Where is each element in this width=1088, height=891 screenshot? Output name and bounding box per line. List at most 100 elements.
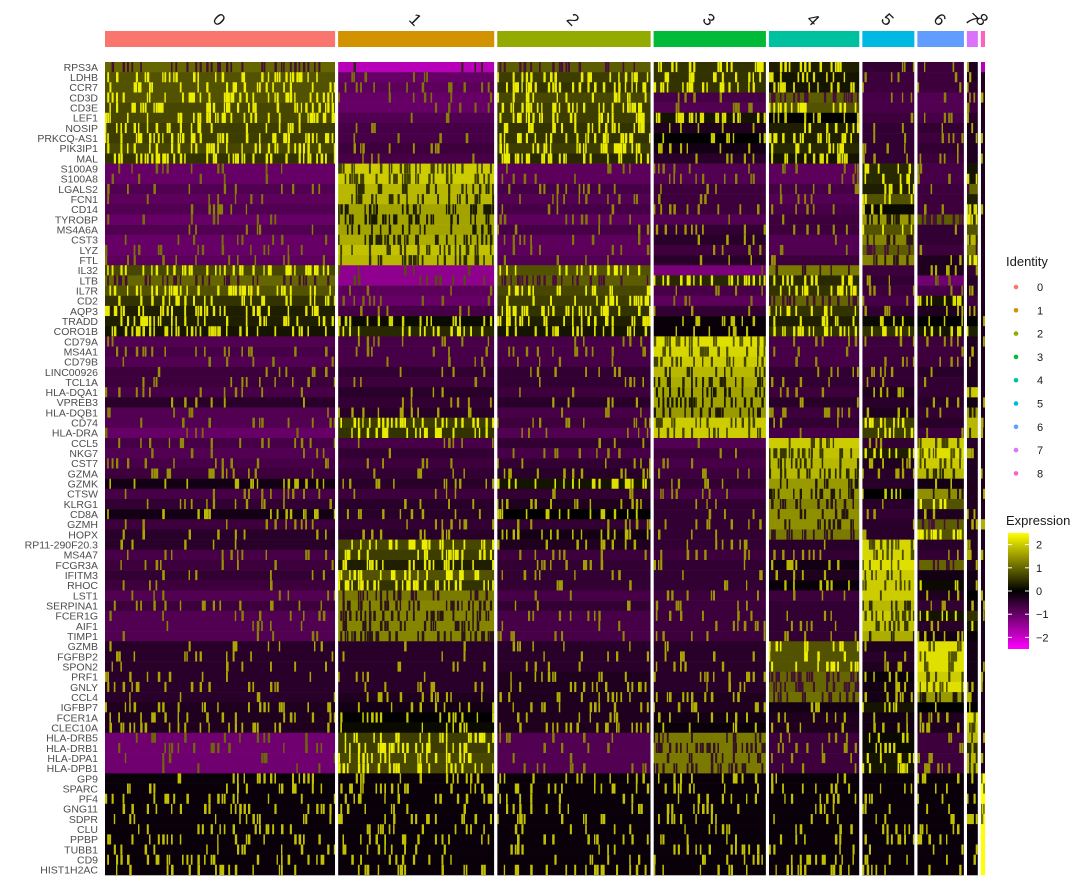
cell-3-MS4A6A	[653, 224, 766, 236]
cell-1-HOPX	[338, 529, 495, 540]
cell-1-PRKCQ-AS1	[338, 133, 495, 144]
cell-3-HLA-DRB5	[653, 732, 766, 744]
cell-6-GZMK	[917, 478, 964, 490]
cell-8-PIK3IP1	[980, 143, 985, 154]
cell-streaks-8-GZMA	[980, 468, 983, 479]
cell-1-CLEC10A	[338, 722, 495, 734]
cell-0-TUBB1	[105, 844, 336, 855]
cell-dark-streaks-8-GP9	[980, 773, 983, 784]
cell-4-FCGR3A	[768, 559, 860, 571]
heatmap-cells	[105, 62, 985, 876]
cell-5-LST1	[862, 590, 915, 601]
cell-streaks-1-NKG7	[388, 448, 391, 459]
cell-2-CCL4	[497, 692, 651, 703]
cell-1-IGFBP7	[338, 702, 495, 713]
cell-streaks-7-IGFBP7	[969, 702, 971, 713]
cell-2-S100A9	[497, 163, 651, 175]
identity-legend-dot-4	[1013, 377, 1019, 383]
cell-1-VPREB3	[338, 397, 495, 408]
cell-7-IGFBP7	[966, 702, 978, 713]
cell-0-FCGR3A	[105, 559, 336, 571]
cell-8-HLA-DRB1	[980, 742, 985, 754]
cell-8-LINC00926	[980, 366, 985, 378]
cell-0-HLA-DPB1	[105, 763, 336, 774]
cell-2-CD74	[497, 417, 651, 429]
cell-5-HLA-DRA	[862, 427, 915, 439]
cell-streaks-4-RP11-290F20.3	[823, 539, 826, 550]
cell-7-CST7	[966, 458, 978, 469]
cell-4-CST7	[768, 458, 860, 469]
identity-legend-dot-1	[1013, 308, 1019, 313]
cell-5-HLA-DPA1	[862, 753, 915, 764]
cell-3-CST3	[653, 234, 766, 246]
cell-8-TIMP1	[980, 631, 985, 642]
cell-8-CCL5	[980, 438, 985, 449]
cell-7-GZMA	[966, 468, 978, 479]
cell-4-AIF1	[768, 620, 860, 632]
cell-3-FTL	[653, 255, 766, 266]
expression-tick-label: −2	[1036, 632, 1049, 644]
cell-7-S100A9	[966, 163, 978, 175]
cell-6-NOSIP	[917, 122, 964, 134]
cell-3-HOPX	[653, 529, 766, 540]
cell-8-IL7R	[980, 285, 985, 297]
cell-0-FCER1G	[105, 610, 336, 622]
cell-streaks-4-IGFBP7	[810, 702, 820, 713]
cell-0-LINC00926	[105, 366, 336, 378]
cell-7-TCL1A	[966, 377, 978, 388]
cell-7-TIMP1	[966, 631, 978, 642]
cell-0-LGALS2	[105, 183, 336, 195]
cell-streaks-7-FCGR3A	[975, 560, 978, 571]
cell-streaks-7-RP11-290F20.3	[966, 539, 971, 550]
cell-8-CLU	[980, 824, 985, 835]
cell-2-CTSW	[497, 488, 651, 500]
cell-3-NKG7	[653, 448, 766, 459]
cell-0-CCL5	[105, 438, 336, 449]
cell-2-PIK3IP1	[497, 143, 651, 154]
cell-streaks-7-CCR7	[966, 82, 969, 93]
cluster-0-cells	[105, 62, 336, 876]
cell-5-FGFBP2	[862, 651, 915, 662]
expression-legend-title: Expression	[1006, 513, 1070, 528]
cell-0-CD74	[105, 417, 336, 429]
cell-0-TYROBP	[105, 214, 336, 225]
cell-4-GZMB	[768, 641, 860, 652]
cell-streaks-4-FTL	[771, 255, 776, 266]
cell-5-TCL1A	[862, 377, 915, 388]
cell-2-SPARC	[497, 783, 651, 794]
cell-8-CD79B	[980, 356, 985, 368]
cell-streaks-8-HLA-DPA1	[980, 753, 984, 764]
cell-3-MAL	[653, 153, 766, 164]
cell-0-CCL4	[105, 692, 336, 703]
cell-4-CTSW	[768, 488, 860, 500]
cell-dark-streaks-7-HLA-DQA1	[969, 387, 972, 398]
cell-7-PF4	[966, 793, 978, 805]
identity-legend-label-1: 1	[1037, 305, 1043, 317]
cluster-label-5: 5	[877, 10, 897, 30]
cell-0-FCN1	[105, 194, 336, 205]
cell-8-MS4A1	[980, 346, 985, 358]
cell-2-RHOC	[497, 580, 651, 591]
cell-5-CORO1B	[862, 326, 915, 337]
cell-streaks-7-IL32	[975, 265, 978, 276]
cell-0-GZMA	[105, 468, 336, 479]
cell-1-MS4A6A	[338, 224, 495, 236]
cell-8-FGFBP2	[980, 651, 985, 662]
cell-streaks-5-HOPX	[862, 529, 867, 540]
identity-legend-items: 0 1 2 3 4 5 6 7 8	[1013, 282, 1043, 480]
cell-7-GZMK	[966, 478, 978, 490]
cell-streaks-8-CD74	[980, 417, 984, 428]
cell-6-IL7R	[917, 285, 964, 297]
cell-7-HIST1H2AC	[966, 864, 978, 876]
cell-1-CST7	[338, 458, 495, 469]
cell-7-AQP3	[966, 305, 978, 317]
identity-legend-dot-6	[1013, 424, 1019, 430]
cell-streaks-6-S100A9	[917, 163, 923, 174]
cell-streaks-6-LINC00926	[930, 366, 933, 378]
cell-streaks-4-TYROBP	[782, 214, 785, 225]
cluster-bar-1	[338, 31, 495, 47]
cell-streaks-5-CD74	[864, 417, 905, 428]
cell-5-FCER1G	[862, 610, 915, 622]
cell-6-TYROBP	[917, 214, 964, 225]
cell-streaks-8-CD79A	[983, 336, 985, 347]
